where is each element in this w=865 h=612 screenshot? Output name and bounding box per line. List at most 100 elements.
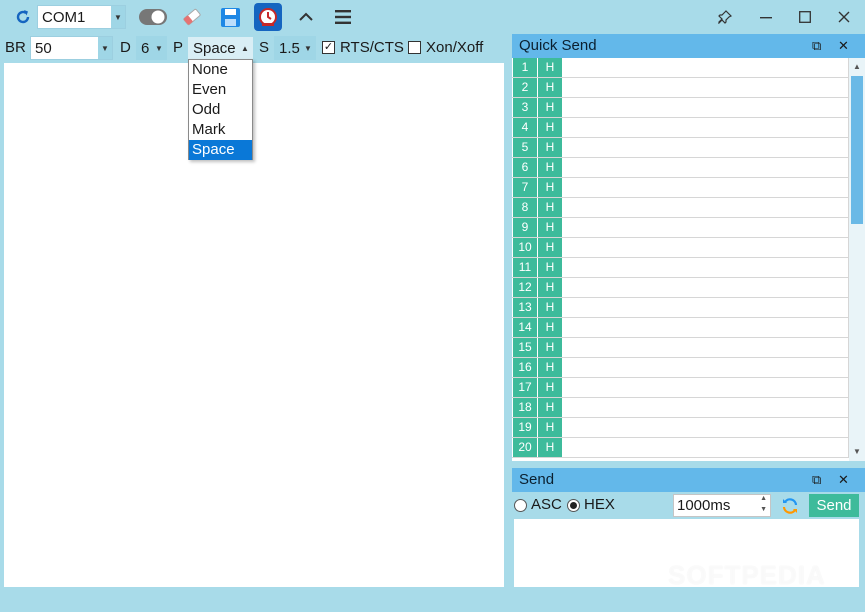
quick-send-input[interactable]: [563, 218, 849, 237]
row-number-button[interactable]: 10: [513, 238, 537, 257]
quick-send-input[interactable]: [563, 338, 849, 357]
hex-toggle-button[interactable]: H: [538, 58, 562, 77]
hex-toggle-button[interactable]: H: [538, 178, 562, 197]
quick-send-input[interactable]: [563, 438, 849, 457]
quick-send-input[interactable]: [563, 258, 849, 277]
auto-send-icon[interactable]: [779, 495, 801, 517]
hex-toggle-button[interactable]: H: [538, 238, 562, 257]
row-number-button[interactable]: 11: [513, 258, 537, 277]
menu-icon[interactable]: [333, 7, 353, 27]
scroll-thumb[interactable]: [851, 76, 863, 224]
hex-toggle-button[interactable]: H: [538, 298, 562, 317]
asc-radio[interactable]: [514, 499, 527, 512]
row-number-button[interactable]: 5: [513, 138, 537, 157]
quick-send-input[interactable]: [563, 398, 849, 417]
send-button[interactable]: Send: [809, 494, 859, 517]
chevron-up-icon[interactable]: [296, 7, 316, 27]
parity-option[interactable]: None: [189, 60, 252, 80]
xon-xoff-checkbox[interactable]: [408, 41, 421, 54]
quick-send-input[interactable]: [563, 158, 849, 177]
quick-send-input[interactable]: [563, 138, 849, 157]
maximize-icon[interactable]: [794, 6, 816, 28]
hex-toggle-button[interactable]: H: [538, 218, 562, 237]
stop-bits-select[interactable]: 1.5 ▼: [274, 36, 316, 60]
row-number-button[interactable]: 8: [513, 198, 537, 217]
parity-option[interactable]: Mark: [189, 120, 252, 140]
spin-down-icon[interactable]: ▼: [760, 506, 767, 513]
row-number-button[interactable]: 17: [513, 378, 537, 397]
timer-icon[interactable]: [254, 3, 282, 31]
quick-send-input[interactable]: [563, 358, 849, 377]
hex-toggle-button[interactable]: H: [538, 78, 562, 97]
hex-toggle-button[interactable]: H: [538, 118, 562, 137]
data-bits-select[interactable]: 6 ▼: [136, 36, 167, 60]
eraser-icon[interactable]: [180, 5, 204, 29]
close-icon[interactable]: [833, 6, 855, 28]
spin-up-icon[interactable]: ▲: [760, 495, 767, 502]
save-icon[interactable]: [218, 5, 242, 29]
row-number-button[interactable]: 18: [513, 398, 537, 417]
hex-toggle-button[interactable]: H: [538, 278, 562, 297]
row-number-button[interactable]: 14: [513, 318, 537, 337]
quick-send-input[interactable]: [563, 318, 849, 337]
quick-send-input[interactable]: [563, 278, 849, 297]
scroll-down-icon[interactable]: ▼: [849, 445, 865, 459]
receive-text-area[interactable]: [4, 63, 504, 587]
quick-send-input[interactable]: [563, 118, 849, 137]
parity-option[interactable]: Space: [189, 140, 252, 160]
close-icon[interactable]: ✕: [838, 34, 849, 58]
quick-send-input[interactable]: [563, 78, 849, 97]
baud-rate-select[interactable]: 50 ▼: [30, 36, 113, 60]
hex-toggle-button[interactable]: H: [538, 318, 562, 337]
row-number-button[interactable]: 9: [513, 218, 537, 237]
hex-toggle-button[interactable]: H: [538, 338, 562, 357]
row-number-button[interactable]: 7: [513, 178, 537, 197]
hex-toggle-button[interactable]: H: [538, 198, 562, 217]
quick-send-input[interactable]: [563, 198, 849, 217]
hex-toggle-button[interactable]: H: [538, 258, 562, 277]
hex-toggle-button[interactable]: H: [538, 398, 562, 417]
row-number-button[interactable]: 12: [513, 278, 537, 297]
row-number-button[interactable]: 19: [513, 418, 537, 437]
hex-toggle-button[interactable]: H: [538, 438, 562, 457]
minimize-icon[interactable]: [755, 6, 777, 28]
row-number-button[interactable]: 15: [513, 338, 537, 357]
row-number-button[interactable]: 20: [513, 438, 537, 457]
port-select[interactable]: COM1 ▼: [37, 5, 126, 29]
hex-toggle-button[interactable]: H: [538, 378, 562, 397]
row-number-button[interactable]: 4: [513, 118, 537, 137]
quick-send-input[interactable]: [563, 418, 849, 437]
hex-toggle-button[interactable]: H: [538, 138, 562, 157]
parity-option[interactable]: Even: [189, 80, 252, 100]
hex-toggle-button[interactable]: H: [538, 358, 562, 377]
rts-cts-checkbox[interactable]: ✓: [322, 41, 335, 54]
quick-send-input[interactable]: [563, 238, 849, 257]
hex-toggle-button[interactable]: H: [538, 158, 562, 177]
row-number-button[interactable]: 13: [513, 298, 537, 317]
interval-spinbox[interactable]: 1000ms ▲ ▼: [673, 494, 771, 517]
toggle-switch-icon[interactable]: [137, 7, 169, 27]
restore-icon[interactable]: ⧉: [812, 34, 821, 58]
quick-send-input[interactable]: [563, 98, 849, 117]
refresh-icon[interactable]: [12, 6, 34, 28]
quick-send-input[interactable]: [563, 298, 849, 317]
hex-toggle-button[interactable]: H: [538, 418, 562, 437]
hex-toggle-button[interactable]: H: [538, 98, 562, 117]
close-icon[interactable]: ✕: [838, 468, 849, 492]
quick-send-input[interactable]: [563, 178, 849, 197]
parity-select[interactable]: Space ▲: [188, 37, 253, 59]
row-number-button[interactable]: 6: [513, 158, 537, 177]
parity-option[interactable]: Odd: [189, 100, 252, 120]
quick-send-header: Quick Send ⧉ ✕: [512, 34, 865, 58]
scroll-up-icon[interactable]: ▲: [849, 60, 865, 74]
hex-radio[interactable]: [567, 499, 580, 512]
quick-send-input[interactable]: [563, 58, 849, 77]
row-number-button[interactable]: 1: [513, 58, 537, 77]
restore-icon[interactable]: ⧉: [812, 468, 821, 492]
row-number-button[interactable]: 16: [513, 358, 537, 377]
pin-icon[interactable]: [714, 6, 736, 28]
quick-send-input[interactable]: [563, 378, 849, 397]
row-number-button[interactable]: 2: [513, 78, 537, 97]
quick-send-scrollbar[interactable]: ▲ ▼: [849, 58, 865, 461]
row-number-button[interactable]: 3: [513, 98, 537, 117]
